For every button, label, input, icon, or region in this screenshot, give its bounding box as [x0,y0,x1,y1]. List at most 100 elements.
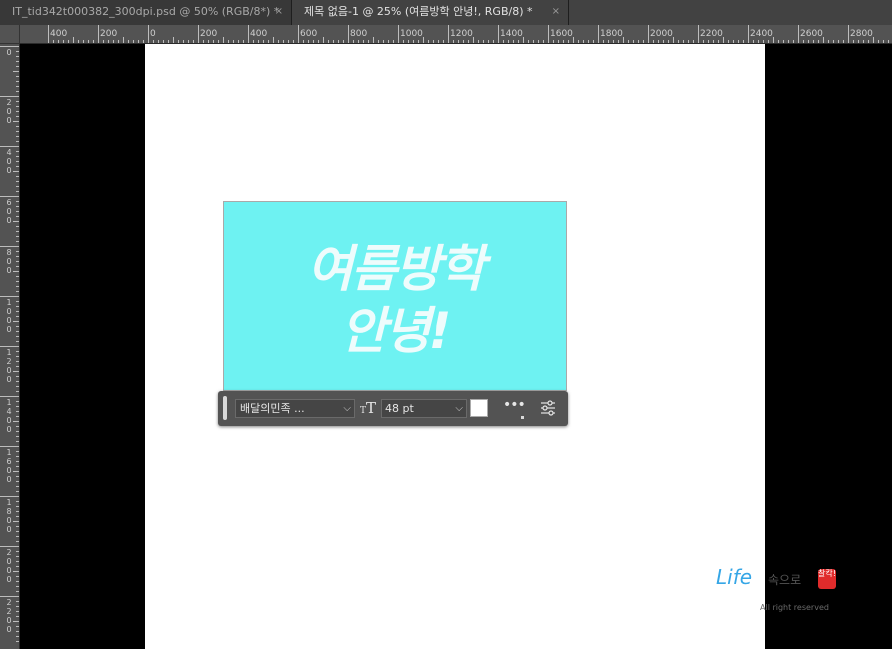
ruler-minor-tick [573,37,574,43]
ruler-minor-tick [68,40,69,43]
ruler-tick [148,25,149,43]
ruler-minor-tick [763,40,764,43]
ruler-tick [298,25,299,43]
ruler-minor-tick [828,40,829,43]
ruler-minor-tick [63,40,64,43]
ruler-minor-tick [483,40,484,43]
ruler-minor-tick [568,40,569,43]
ruler-minor-tick [513,40,514,43]
ruler-minor-tick [838,40,839,43]
ruler-minor-tick [668,40,669,43]
ruler-minor-tick [688,40,689,43]
ruler-minor-tick [423,37,424,43]
ruler-minor-tick [863,40,864,43]
ruler-minor-tick [388,40,389,43]
ruler-tick-label: 1800 [600,29,623,39]
tab-document-2[interactable]: 제목 없음-1 @ 25% (여름방학 안녕!, RGB/8) * × [291,0,569,25]
ruler-tick-label: 1000 [400,29,423,39]
ruler-minor-tick [453,40,454,43]
ruler-minor-tick [228,40,229,43]
close-icon[interactable]: × [275,0,283,24]
ruler-minor-tick [473,37,474,43]
ruler-minor-tick [123,37,124,43]
tab-title: IT_tid342t000382_300dpi.psd @ 50% (RGB/8… [12,5,280,18]
ruler-minor-tick [618,40,619,43]
drag-handle[interactable] [223,396,227,420]
text-color-swatch[interactable] [470,399,488,417]
headline-text[interactable]: 여름방학 안녕! [224,238,566,362]
ruler-tick [448,25,449,43]
ruler-tick-label: 0 [150,29,156,39]
ruler-minor-tick [478,40,479,43]
document-tab-bar: IT_tid342t000382_300dpi.psd @ 50% (RGB/8… [0,0,892,25]
ruler-minor-tick [13,171,19,172]
ruler-minor-tick [13,521,19,522]
ruler-tick-label: 400 [250,29,268,39]
ruler-minor-tick [378,40,379,43]
watermark-reserved: All right reserved [760,603,829,612]
ruler-minor-tick [13,121,19,122]
ruler-minor-tick [343,40,344,43]
ruler-minor-tick [338,40,339,43]
ruler-minor-tick [308,40,309,43]
ruler-minor-tick [13,571,19,572]
ruler-minor-tick [608,40,609,43]
horizontal-ruler[interactable]: 400 200 0 200 400 600 800 1000 1200 1400 1600 1800 2… [20,25,892,44]
ruler-tick [98,25,99,43]
ruler-tick [598,25,599,43]
headline-line-2: 안녕! [340,302,452,360]
ruler-minor-tick [638,40,639,43]
ruler-tick-label: 1800 [6,498,12,534]
ruler-minor-tick [353,40,354,43]
ruler-minor-tick [13,271,19,272]
tab-title: 제목 없음-1 @ 25% (여름방학 안녕!, RGB/8) * [304,5,533,18]
settings-sliders-icon[interactable] [539,399,557,417]
ruler-minor-tick [523,37,524,43]
ruler-minor-tick [13,321,19,322]
ruler-tick [0,346,19,347]
more-options-icon[interactable]: ••• [503,397,526,413]
ruler-tick [848,25,849,43]
font-family-select[interactable]: 배달의민족 ... ⌵ [235,399,355,418]
ruler-minor-tick [583,40,584,43]
ruler-minor-tick [578,40,579,43]
ruler-minor-tick [13,371,19,372]
ruler-minor-tick [778,40,779,43]
ruler-tick [0,246,19,247]
ruler-minor-tick [503,40,504,43]
ruler-minor-tick [553,40,554,43]
tab-document-1[interactable]: IT_tid342t000382_300dpi.psd @ 50% (RGB/8… [0,0,291,25]
ruler-minor-tick [213,40,214,43]
ruler-minor-tick [628,40,629,43]
ruler-minor-tick [403,40,404,43]
vertical-ruler[interactable]: 0 200 400 600 800 1000 1200 1400 1600 1800 2000 220… [0,44,20,649]
ruler-minor-tick [413,40,414,43]
ruler-tick-label: 2200 [700,29,723,39]
ruler-tick-label: 1600 [550,29,573,39]
ruler-minor-tick [328,40,329,43]
ruler-tick-label: 400 [6,148,12,175]
close-icon[interactable]: × [552,0,560,24]
ruler-minor-tick [803,40,804,43]
ruler-tick [648,25,649,43]
ruler-minor-tick [673,37,674,43]
ruler-minor-tick [753,40,754,43]
ruler-tick-label: 200 [6,98,12,125]
ruler-minor-tick [678,40,679,43]
text-graphic-box[interactable]: 여름방학 안녕! [223,201,567,391]
ruler-minor-tick [273,37,274,43]
font-size-select[interactable]: 48 pt ⌵ [381,399,467,418]
font-family-value: 배달의민족 ... [240,402,305,415]
ruler-minor-tick [53,40,54,43]
ruler-tick [0,96,19,97]
ruler-tick [0,396,19,397]
ruler-minor-tick [233,40,234,43]
ruler-minor-tick [13,221,19,222]
ruler-minor-tick [128,40,129,43]
ruler-corner[interactable] [0,25,20,44]
watermark-korean: 속으로 [768,573,802,587]
ruler-minor-tick [253,40,254,43]
ruler-minor-tick [623,37,624,43]
ruler-tick-label: 0 [6,48,12,57]
ruler-minor-tick [738,40,739,43]
